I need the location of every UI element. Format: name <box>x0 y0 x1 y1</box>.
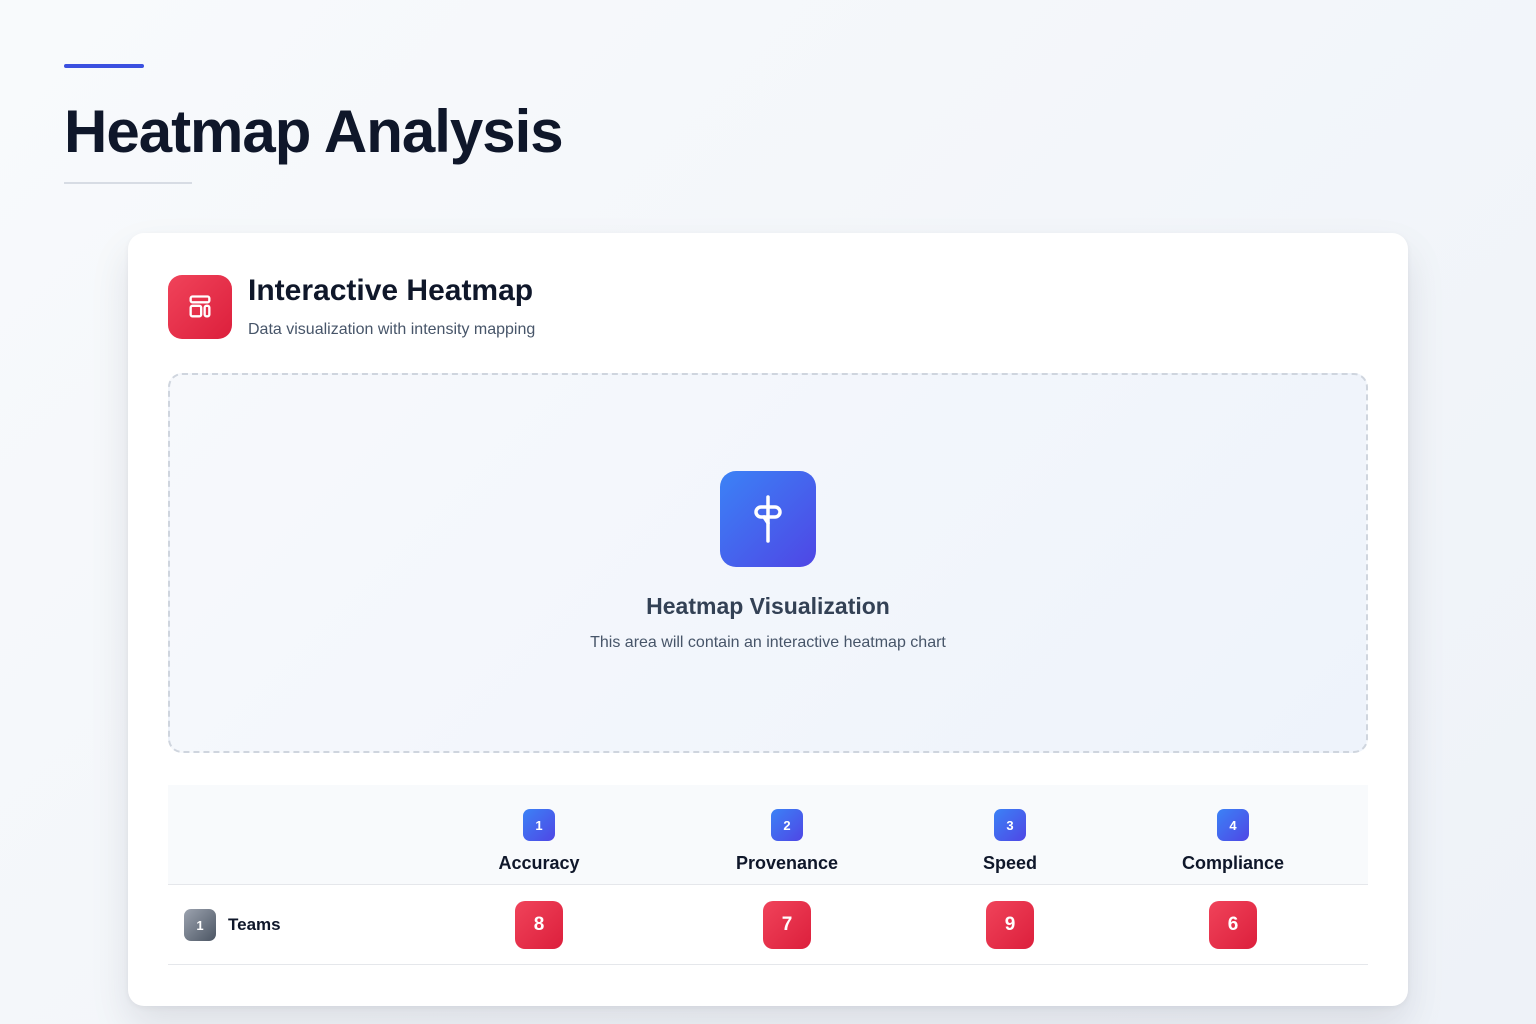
heatmap-placeholder: Heatmap Visualization This area will con… <box>168 373 1368 753</box>
heatmap-table: 1 Accuracy 2 Provenance 3 Speed 4 Compli… <box>168 785 1368 965</box>
table-header: 1 Accuracy 2 Provenance 3 Speed 4 Compli… <box>168 785 1368 885</box>
table-row: 1 Teams 8 7 9 6 <box>168 885 1368 965</box>
column-header[interactable]: 1 Accuracy <box>439 809 639 874</box>
column-label: Provenance <box>735 853 839 873</box>
page-title: Heatmap Analysis <box>64 98 564 165</box>
card-title: Interactive Heatmap <box>248 274 534 307</box>
placeholder-text: This area will contain an interactive he… <box>590 634 946 651</box>
heatmap-cell[interactable]: 9 <box>986 901 1034 949</box>
title-underline <box>64 182 192 184</box>
card-subtitle: Data visualization with intensity mappin… <box>248 321 536 338</box>
column-index-badge: 1 <box>523 809 555 841</box>
row-label: Teams <box>228 915 281 934</box>
heatmap-cell[interactable]: 6 <box>1209 901 1257 949</box>
column-label: Compliance <box>1181 853 1285 873</box>
heatmap-cell[interactable]: 7 <box>763 901 811 949</box>
column-index-badge: 2 <box>771 809 803 841</box>
column-header[interactable]: 4 Compliance <box>1133 809 1333 874</box>
placeholder-title: Heatmap Visualization <box>646 593 890 619</box>
row-index-badge: 1 <box>184 909 216 941</box>
column-label: Speed <box>982 853 1038 873</box>
pin-icon <box>720 471 816 567</box>
column-header[interactable]: 2 Provenance <box>687 809 887 874</box>
column-label: Accuracy <box>498 853 580 873</box>
column-header[interactable]: 3 Speed <box>910 809 1110 874</box>
title-accent-bar <box>64 64 144 68</box>
column-index-badge: 4 <box>1217 809 1249 841</box>
column-index-badge: 3 <box>994 809 1026 841</box>
heatmap-card: Interactive Heatmap Data visualization w… <box>128 233 1408 1006</box>
heatmap-cell[interactable]: 8 <box>515 901 563 949</box>
layout-icon <box>168 275 232 339</box>
